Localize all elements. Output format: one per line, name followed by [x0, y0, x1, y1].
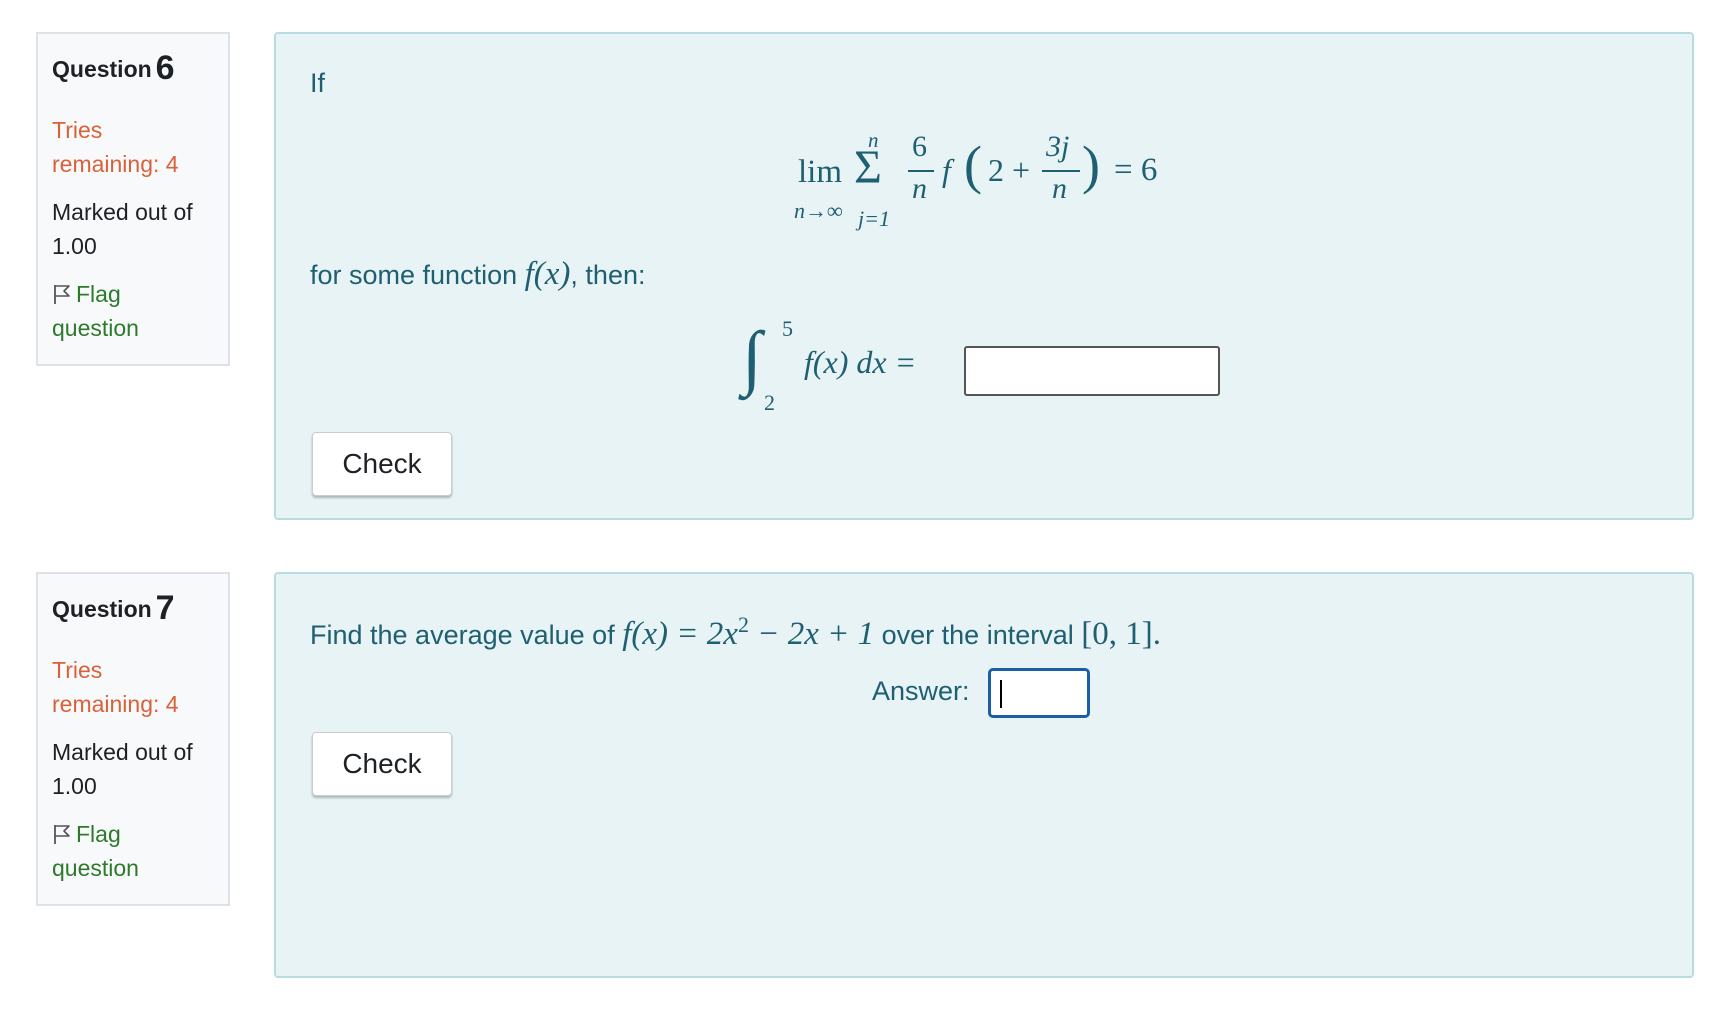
sum-symbol: Σ	[854, 141, 882, 194]
marked-out-of: Marked out of 1.00	[52, 199, 193, 259]
equals-six: = 6	[1114, 152, 1158, 188]
integral-sign: ∫	[742, 317, 762, 397]
question-number: Question 6	[52, 50, 214, 87]
prompt-rest: − 2x + 1	[748, 616, 875, 652]
question-info: Question 7 Tries remaining: 4 Marked out …	[36, 572, 230, 906]
frac-numerator: 6	[912, 130, 927, 163]
limit-sum-formula: lim n→∞ n Σ j=1 6 n f ( 2 + 3j n ) = 6	[794, 128, 1354, 242]
paren-open: (	[964, 135, 982, 195]
question-info: Question 6 Tries remaining: 4 Marked out …	[36, 32, 230, 366]
sum-lower: j=1	[858, 206, 890, 231]
tries-remaining: Tries remaining: 4	[52, 117, 179, 177]
question-label: Question	[52, 596, 152, 622]
check-button[interactable]: Check	[312, 732, 452, 796]
check-button[interactable]: Check	[312, 432, 452, 496]
question-number-value: 6	[155, 49, 175, 87]
answer-label: Answer:	[872, 676, 970, 706]
prompt-exponent: 2	[737, 612, 749, 637]
prompt-start: Find the average value of	[310, 620, 615, 650]
prompt-interval: [0, 1].	[1081, 616, 1161, 652]
flag-icon	[54, 825, 70, 844]
followup-end: , then:	[570, 260, 646, 290]
marked-out-of: Marked out of 1.00	[52, 739, 193, 799]
two-plus: 2 +	[988, 152, 1031, 188]
function-f: f	[942, 152, 951, 188]
text-caret	[1000, 680, 1002, 708]
prompt-fx: f(x) = 2x	[622, 616, 738, 652]
lim-subscript: n→∞	[794, 198, 843, 223]
question-prompt: Find the average value of f(x) = 2x2 − 2…	[310, 612, 1161, 653]
inner-denominator: n	[1052, 172, 1067, 205]
question-label: Question	[52, 56, 152, 82]
integrand: f(x) dx =	[804, 344, 917, 380]
lim-word: lim	[798, 154, 843, 190]
integral-expression: ∫ 5 2 f(x) dx =	[742, 316, 972, 430]
answer-input[interactable]	[964, 346, 1220, 396]
followup-text: for some function	[310, 260, 518, 290]
followup-line: for some function f(x), then:	[310, 256, 645, 293]
prompt-mid: over the interval	[881, 620, 1074, 650]
integral-upper: 5	[782, 316, 793, 341]
prompt-function: f(x) = 2x2 − 2x + 1	[622, 612, 875, 652]
question-number-value: 7	[155, 589, 175, 627]
question-intro: If	[310, 68, 326, 98]
question-content: If lim n→∞ n Σ j=1 6 n f ( 2 + 3j n ) = …	[274, 32, 1694, 520]
integral-lower: 2	[764, 390, 775, 415]
flag-question-link[interactable]: Flag question	[52, 817, 214, 885]
inner-numerator: 3j	[1046, 130, 1070, 163]
paren-close: )	[1082, 135, 1100, 195]
question-content: Find the average value of f(x) = 2x2 − 2…	[274, 572, 1694, 978]
flag-icon	[54, 285, 70, 304]
answer-input[interactable]	[988, 668, 1090, 718]
frac-denominator: n	[912, 172, 927, 205]
tries-remaining: Tries remaining: 4	[52, 657, 179, 717]
flag-question-link[interactable]: Flag question	[52, 277, 214, 345]
followup-function: f(x)	[524, 256, 571, 292]
question-number: Question 7	[52, 590, 214, 627]
